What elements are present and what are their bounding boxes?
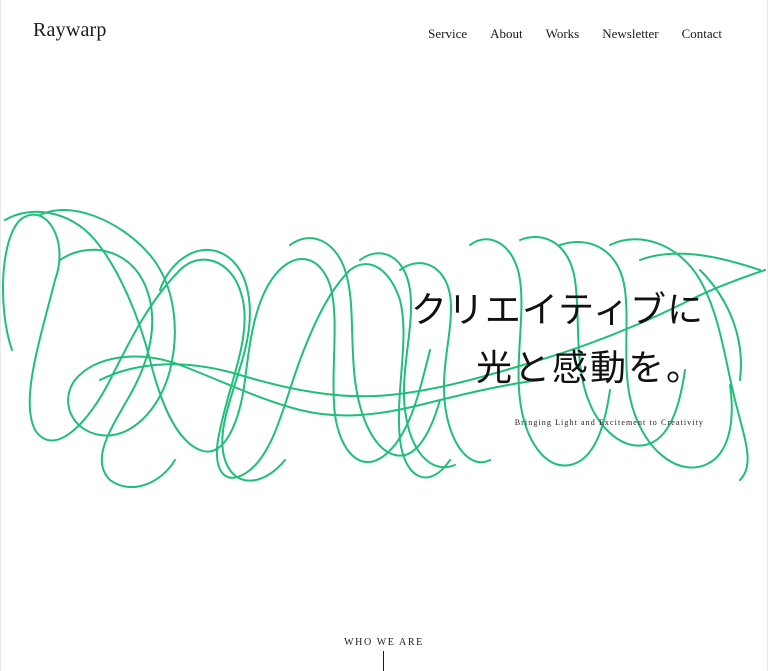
hero-subtitle: Bringing Light and Excitement to Creativ… [514,418,704,427]
hero-title-line-1: クリエイティブに [410,290,704,331]
nav-link-contact[interactable]: Contact [682,26,722,42]
nav-link-works[interactable]: Works [546,26,580,42]
hero-title: クリエイティブに 光と感動を。 [411,282,704,398]
nav-link-service[interactable]: Service [428,26,467,42]
site-header: Raywarp Service About Works Newsletter C… [0,0,768,70]
scribble-stroke [59,248,176,489]
hero-title-line-2: 光と感動を。 [475,348,704,389]
nav-link-about[interactable]: About [490,26,523,42]
section-label-who-we-are: WHO WE ARE [344,637,424,648]
scroll-indicator-line [383,651,384,671]
nav-link-newsletter[interactable]: Newsletter [602,26,658,42]
site-logo[interactable]: Raywarp [33,19,107,42]
main-nav: Service About Works Newsletter Contact [428,26,722,42]
